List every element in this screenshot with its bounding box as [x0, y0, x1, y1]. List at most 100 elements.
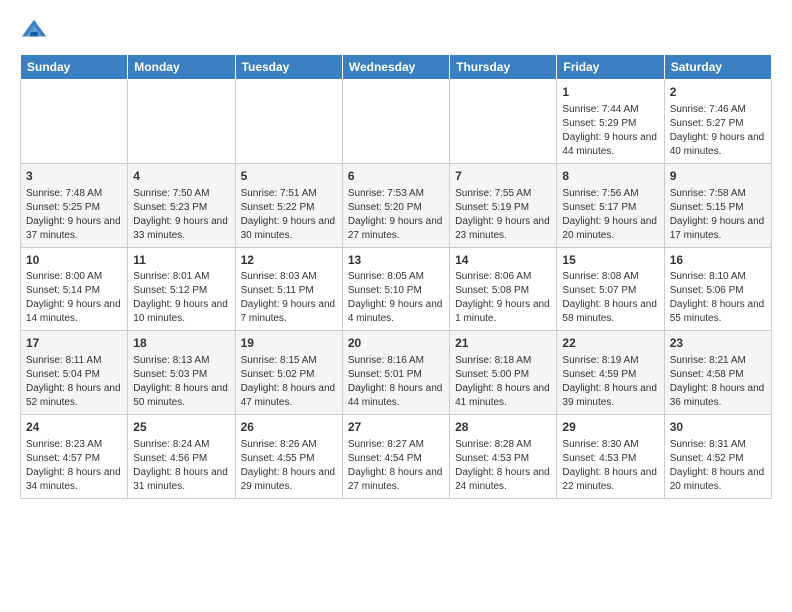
- day-number: 28: [455, 419, 551, 436]
- calendar-cell: 4 Sunrise: 7:50 AM Sunset: 5:23 PM Daylig…: [128, 163, 235, 247]
- day-number: 27: [348, 419, 444, 436]
- day-number: 26: [241, 419, 337, 436]
- calendar-cell: 29 Sunrise: 8:30 AM Sunset: 4:53 PM Dayli…: [557, 415, 664, 499]
- calendar-cell: [21, 80, 128, 164]
- calendar-cell: 25Sunrise: 8:24 AM Sunset: 4:56 PM Dayli…: [128, 415, 235, 499]
- day-info: Sunrise: 8:03 AM Sunset: 5:11 PM Dayligh…: [241, 271, 336, 324]
- calendar-cell: 28 Sunrise: 8:28 AM Sunset: 4:53 PM Dayli…: [450, 415, 557, 499]
- calendar-cell: 17Sunrise: 8:11 AM Sunset: 5:04 PM Dayli…: [21, 331, 128, 415]
- day-info: Sunrise: 8:01 AM Sunset: 5:12 PM Dayligh…: [133, 271, 228, 324]
- calendar-cell: 7 Sunrise: 7:55 AM Sunset: 5:19 PM Daylig…: [450, 163, 557, 247]
- calendar-table: SundayMondayTuesdayWednesdayThursdayFrid…: [20, 54, 772, 499]
- day-info: Sunrise: 8:18 AM Sunset: 5:00 PM Dayligh…: [455, 355, 550, 408]
- calendar-week-row: 10Sunrise: 8:00 AM Sunset: 5:14 PM Dayli…: [21, 247, 772, 331]
- day-info: Sunrise: 8:10 AM Sunset: 5:06 PM Dayligh…: [670, 271, 765, 324]
- calendar-cell: 30Sunrise: 8:31 AM Sunset: 4:52 PM Dayli…: [664, 415, 771, 499]
- calendar-cell: [235, 80, 342, 164]
- day-info: Sunrise: 8:26 AM Sunset: 4:55 PM Dayligh…: [241, 439, 336, 492]
- weekday-header: Friday: [557, 55, 664, 80]
- calendar-cell: 11 Sunrise: 8:01 AM Sunset: 5:12 PM Dayli…: [128, 247, 235, 331]
- weekday-header: Monday: [128, 55, 235, 80]
- day-info: Sunrise: 7:50 AM Sunset: 5:23 PM Dayligh…: [133, 188, 228, 241]
- calendar-cell: 24 Sunrise: 8:23 AM Sunset: 4:57 PM Dayli…: [21, 415, 128, 499]
- day-number: 7: [455, 168, 551, 185]
- day-info: Sunrise: 7:51 AM Sunset: 5:22 PM Dayligh…: [241, 188, 336, 241]
- calendar-cell: 18 Sunrise: 8:13 AM Sunset: 5:03 PM Dayli…: [128, 331, 235, 415]
- day-number: 11: [133, 252, 229, 269]
- calendar-cell: 20 Sunrise: 8:16 AM Sunset: 5:01 PM Dayli…: [342, 331, 449, 415]
- day-info: Sunrise: 8:30 AM Sunset: 4:53 PM Dayligh…: [562, 439, 657, 492]
- logo-icon: [20, 16, 48, 44]
- day-info: Sunrise: 8:16 AM Sunset: 5:01 PM Dayligh…: [348, 355, 443, 408]
- calendar-cell: 1 Sunrise: 7:44 AM Sunset: 5:29 PM Daylig…: [557, 80, 664, 164]
- day-number: 4: [133, 168, 229, 185]
- day-number: 21: [455, 335, 551, 352]
- calendar-cell: [342, 80, 449, 164]
- header: [20, 16, 772, 44]
- day-number: 14: [455, 252, 551, 269]
- day-number: 6: [348, 168, 444, 185]
- day-info: Sunrise: 8:23 AM Sunset: 4:57 PM Dayligh…: [26, 439, 121, 492]
- day-number: 16: [670, 252, 766, 269]
- calendar-week-row: 3 Sunrise: 7:48 AM Sunset: 5:25 PM Daylig…: [21, 163, 772, 247]
- calendar-cell: 10Sunrise: 8:00 AM Sunset: 5:14 PM Dayli…: [21, 247, 128, 331]
- calendar-cell: 2 Sunrise: 7:46 AM Sunset: 5:27 PM Daylig…: [664, 80, 771, 164]
- day-number: 2: [670, 84, 766, 101]
- day-number: 13: [348, 252, 444, 269]
- day-info: Sunrise: 8:28 AM Sunset: 4:53 PM Dayligh…: [455, 439, 550, 492]
- calendar-body: 1 Sunrise: 7:44 AM Sunset: 5:29 PM Daylig…: [21, 80, 772, 499]
- calendar-cell: [450, 80, 557, 164]
- calendar-cell: 3 Sunrise: 7:48 AM Sunset: 5:25 PM Daylig…: [21, 163, 128, 247]
- logo: [20, 16, 52, 44]
- weekday-row: SundayMondayTuesdayWednesdayThursdayFrid…: [21, 55, 772, 80]
- weekday-header: Saturday: [664, 55, 771, 80]
- day-number: 10: [26, 252, 122, 269]
- calendar-header: SundayMondayTuesdayWednesdayThursdayFrid…: [21, 55, 772, 80]
- day-info: Sunrise: 8:24 AM Sunset: 4:56 PM Dayligh…: [133, 439, 228, 492]
- day-info: Sunrise: 7:46 AM Sunset: 5:27 PM Dayligh…: [670, 104, 765, 157]
- day-info: Sunrise: 8:21 AM Sunset: 4:58 PM Dayligh…: [670, 355, 765, 408]
- day-number: 29: [562, 419, 658, 436]
- day-info: Sunrise: 7:48 AM Sunset: 5:25 PM Dayligh…: [26, 188, 121, 241]
- day-number: 3: [26, 168, 122, 185]
- calendar-cell: 5 Sunrise: 7:51 AM Sunset: 5:22 PM Daylig…: [235, 163, 342, 247]
- day-info: Sunrise: 7:55 AM Sunset: 5:19 PM Dayligh…: [455, 188, 550, 241]
- day-info: Sunrise: 8:11 AM Sunset: 5:04 PM Dayligh…: [26, 355, 121, 408]
- calendar-cell: 14Sunrise: 8:06 AM Sunset: 5:08 PM Dayli…: [450, 247, 557, 331]
- day-number: 1: [562, 84, 658, 101]
- calendar-cell: 13Sunrise: 8:05 AM Sunset: 5:10 PM Dayli…: [342, 247, 449, 331]
- calendar-week-row: 17Sunrise: 8:11 AM Sunset: 5:04 PM Dayli…: [21, 331, 772, 415]
- day-number: 24: [26, 419, 122, 436]
- calendar-cell: 26 Sunrise: 8:26 AM Sunset: 4:55 PM Dayli…: [235, 415, 342, 499]
- calendar-cell: 9Sunrise: 7:58 AM Sunset: 5:15 PM Daylig…: [664, 163, 771, 247]
- weekday-header: Thursday: [450, 55, 557, 80]
- calendar-week-row: 1 Sunrise: 7:44 AM Sunset: 5:29 PM Daylig…: [21, 80, 772, 164]
- calendar-cell: 6 Sunrise: 7:53 AM Sunset: 5:20 PM Daylig…: [342, 163, 449, 247]
- day-info: Sunrise: 8:08 AM Sunset: 5:07 PM Dayligh…: [562, 271, 657, 324]
- day-info: Sunrise: 7:58 AM Sunset: 5:15 PM Dayligh…: [670, 188, 765, 241]
- day-number: 18: [133, 335, 229, 352]
- day-info: Sunrise: 8:13 AM Sunset: 5:03 PM Dayligh…: [133, 355, 228, 408]
- day-number: 19: [241, 335, 337, 352]
- day-info: Sunrise: 8:27 AM Sunset: 4:54 PM Dayligh…: [348, 439, 443, 492]
- day-number: 30: [670, 419, 766, 436]
- calendar-week-row: 24 Sunrise: 8:23 AM Sunset: 4:57 PM Dayli…: [21, 415, 772, 499]
- day-number: 20: [348, 335, 444, 352]
- calendar-cell: 19Sunrise: 8:15 AM Sunset: 5:02 PM Dayli…: [235, 331, 342, 415]
- day-info: Sunrise: 7:44 AM Sunset: 5:29 PM Dayligh…: [562, 104, 657, 157]
- weekday-header: Wednesday: [342, 55, 449, 80]
- calendar-cell: 8 Sunrise: 7:56 AM Sunset: 5:17 PM Daylig…: [557, 163, 664, 247]
- weekday-header: Tuesday: [235, 55, 342, 80]
- day-number: 5: [241, 168, 337, 185]
- day-info: Sunrise: 8:19 AM Sunset: 4:59 PM Dayligh…: [562, 355, 657, 408]
- calendar-cell: [128, 80, 235, 164]
- day-number: 8: [562, 168, 658, 185]
- page: SundayMondayTuesdayWednesdayThursdayFrid…: [0, 0, 792, 509]
- calendar-cell: 16 Sunrise: 8:10 AM Sunset: 5:06 PM Dayli…: [664, 247, 771, 331]
- day-info: Sunrise: 7:53 AM Sunset: 5:20 PM Dayligh…: [348, 188, 443, 241]
- day-number: 15: [562, 252, 658, 269]
- calendar-cell: 12Sunrise: 8:03 AM Sunset: 5:11 PM Dayli…: [235, 247, 342, 331]
- calendar-cell: 21 Sunrise: 8:18 AM Sunset: 5:00 PM Dayli…: [450, 331, 557, 415]
- day-number: 22: [562, 335, 658, 352]
- day-info: Sunrise: 7:56 AM Sunset: 5:17 PM Dayligh…: [562, 188, 657, 241]
